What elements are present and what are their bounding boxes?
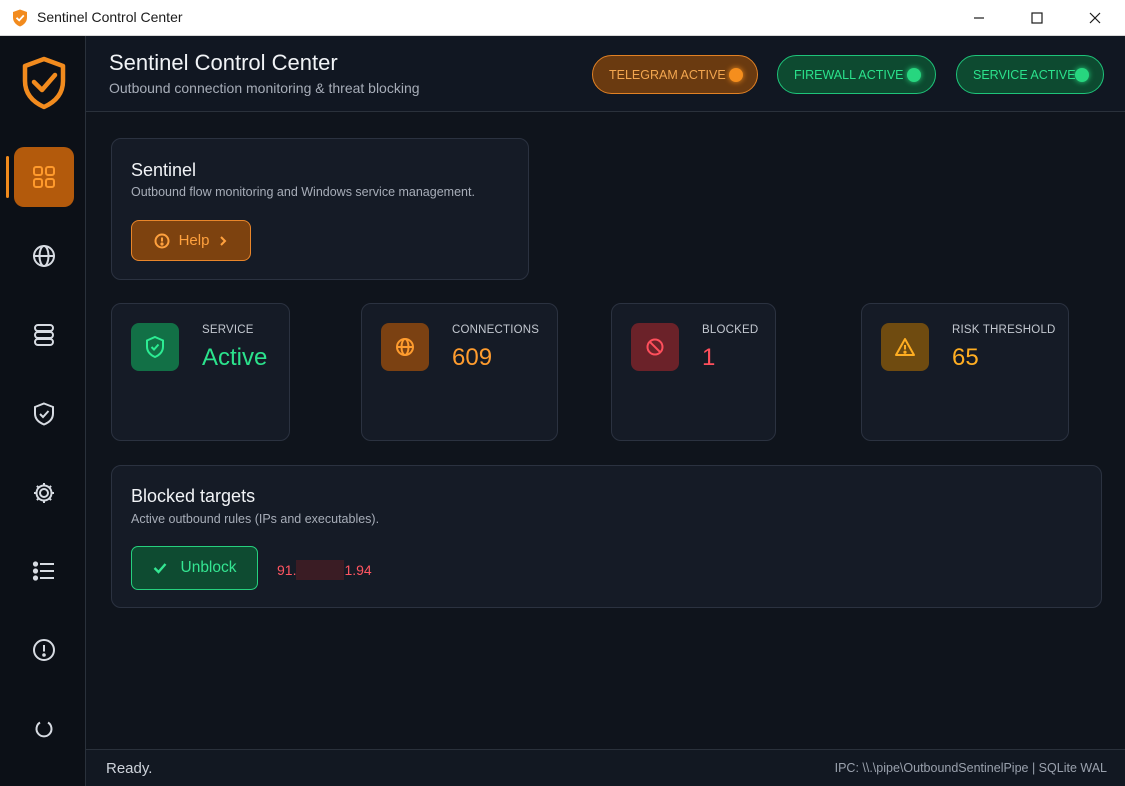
service-stat-card: SERVICE Active	[111, 303, 290, 441]
sidebar-item-power[interactable]	[14, 698, 74, 758]
intro-title: Sentinel	[131, 160, 197, 180]
blocked-targets-card: Blocked targets Active outbound rules (I…	[111, 465, 1102, 608]
firewall-status-dot	[907, 68, 921, 82]
chevron-right-icon	[220, 235, 227, 246]
close-button[interactable]	[1066, 0, 1124, 36]
close-icon	[1089, 12, 1101, 24]
ipc-info: IPC: \\.\pipe\OutboundSentinelPipe | SQL…	[834, 761, 1107, 775]
blocked-ip-suffix: 1.94	[344, 562, 372, 578]
info-icon	[33, 639, 55, 661]
telegram-status-label: TELEGRAM ACTIVE	[609, 67, 726, 82]
window-title: Sentinel Control Center	[37, 9, 183, 25]
globe-icon	[381, 323, 429, 371]
risk-threshold-stat-label: RISK THRESHOLD	[952, 324, 1056, 336]
page-title: Sentinel Control Center	[109, 50, 338, 75]
unblock-button[interactable]: Unblock	[131, 546, 258, 590]
service-status-dot	[1075, 68, 1089, 82]
blocked-ip-prefix: 91.	[277, 562, 297, 578]
check-icon	[153, 563, 166, 574]
shield-check-icon	[34, 402, 54, 426]
blocked-stat-label: BLOCKED	[702, 324, 759, 336]
sidebar-item-network[interactable]	[14, 226, 74, 286]
sidebar-item-dashboard[interactable]	[14, 147, 74, 207]
page-subtitle: Outbound connection monitoring & threat …	[109, 80, 420, 96]
sidebar-item-database[interactable]	[14, 305, 74, 365]
ip-redaction	[296, 560, 345, 580]
intro-card: Sentinel Outbound flow monitoring and Wi…	[111, 138, 529, 280]
sidebar	[0, 36, 86, 786]
service-status-badge[interactable]: SERVICE ACTIVE	[956, 55, 1104, 94]
connections-stat-card: CONNECTIONS 609	[361, 303, 558, 441]
unblock-button-label: Unblock	[180, 559, 237, 576]
database-icon	[34, 324, 54, 346]
sidebar-item-logs[interactable]	[14, 541, 74, 601]
risk-threshold-stat-card: RISK THRESHOLD 65	[861, 303, 1069, 441]
warning-icon	[881, 323, 929, 371]
active-nav-indicator	[6, 156, 9, 198]
firewall-status-label: FIREWALL ACTIVE	[794, 67, 904, 82]
app-shield-icon	[13, 9, 27, 27]
minimize-button[interactable]	[950, 0, 1008, 36]
status-text: Ready.	[106, 760, 153, 777]
maximize-icon	[1031, 12, 1043, 24]
gear-icon	[34, 483, 54, 503]
service-stat-value: Active	[202, 344, 268, 371]
blocked-stat-value: 1	[702, 344, 716, 371]
sidebar-item-protection[interactable]	[14, 384, 74, 444]
window-titlebar: Sentinel Control Center	[0, 0, 1125, 36]
blocked-stat-card: BLOCKED 1	[611, 303, 776, 441]
shield-check-icon	[131, 323, 179, 371]
header: Sentinel Control Center Outbound connect…	[86, 36, 1125, 112]
power-icon	[35, 721, 53, 738]
maximize-button[interactable]	[1008, 0, 1066, 36]
telegram-status-badge[interactable]: TELEGRAM ACTIVE	[592, 55, 758, 94]
blocked-targets-title: Blocked targets	[131, 486, 256, 506]
connections-stat-label: CONNECTIONS	[452, 324, 540, 336]
sidebar-item-settings[interactable]	[14, 463, 74, 523]
list-icon	[32, 561, 54, 581]
status-bar: Ready. IPC: \\.\pipe\OutboundSentinelPip…	[86, 749, 1125, 786]
alert-circle-icon	[154, 233, 170, 248]
shield-check-logo	[22, 56, 66, 110]
intro-description: Outbound flow monitoring and Windows ser…	[131, 185, 475, 199]
minimize-icon	[974, 17, 984, 19]
connections-stat-value: 609	[452, 344, 493, 371]
firewall-status-badge[interactable]: FIREWALL ACTIVE	[777, 55, 936, 94]
telegram-status-dot	[729, 68, 743, 82]
help-button-label: Help	[178, 232, 210, 249]
sidebar-item-about[interactable]	[14, 620, 74, 680]
ban-icon	[631, 323, 679, 371]
globe-icon	[33, 245, 55, 267]
service-stat-label: SERVICE	[202, 324, 254, 336]
blocked-targets-description: Active outbound rules (IPs and executabl…	[131, 512, 380, 526]
help-button[interactable]: Help	[131, 220, 251, 261]
service-status-label: SERVICE ACTIVE	[973, 67, 1076, 82]
blocked-ip-entry: 91. 1.94	[277, 560, 372, 580]
grid-icon	[33, 166, 55, 188]
risk-threshold-stat-value: 65	[952, 344, 979, 371]
